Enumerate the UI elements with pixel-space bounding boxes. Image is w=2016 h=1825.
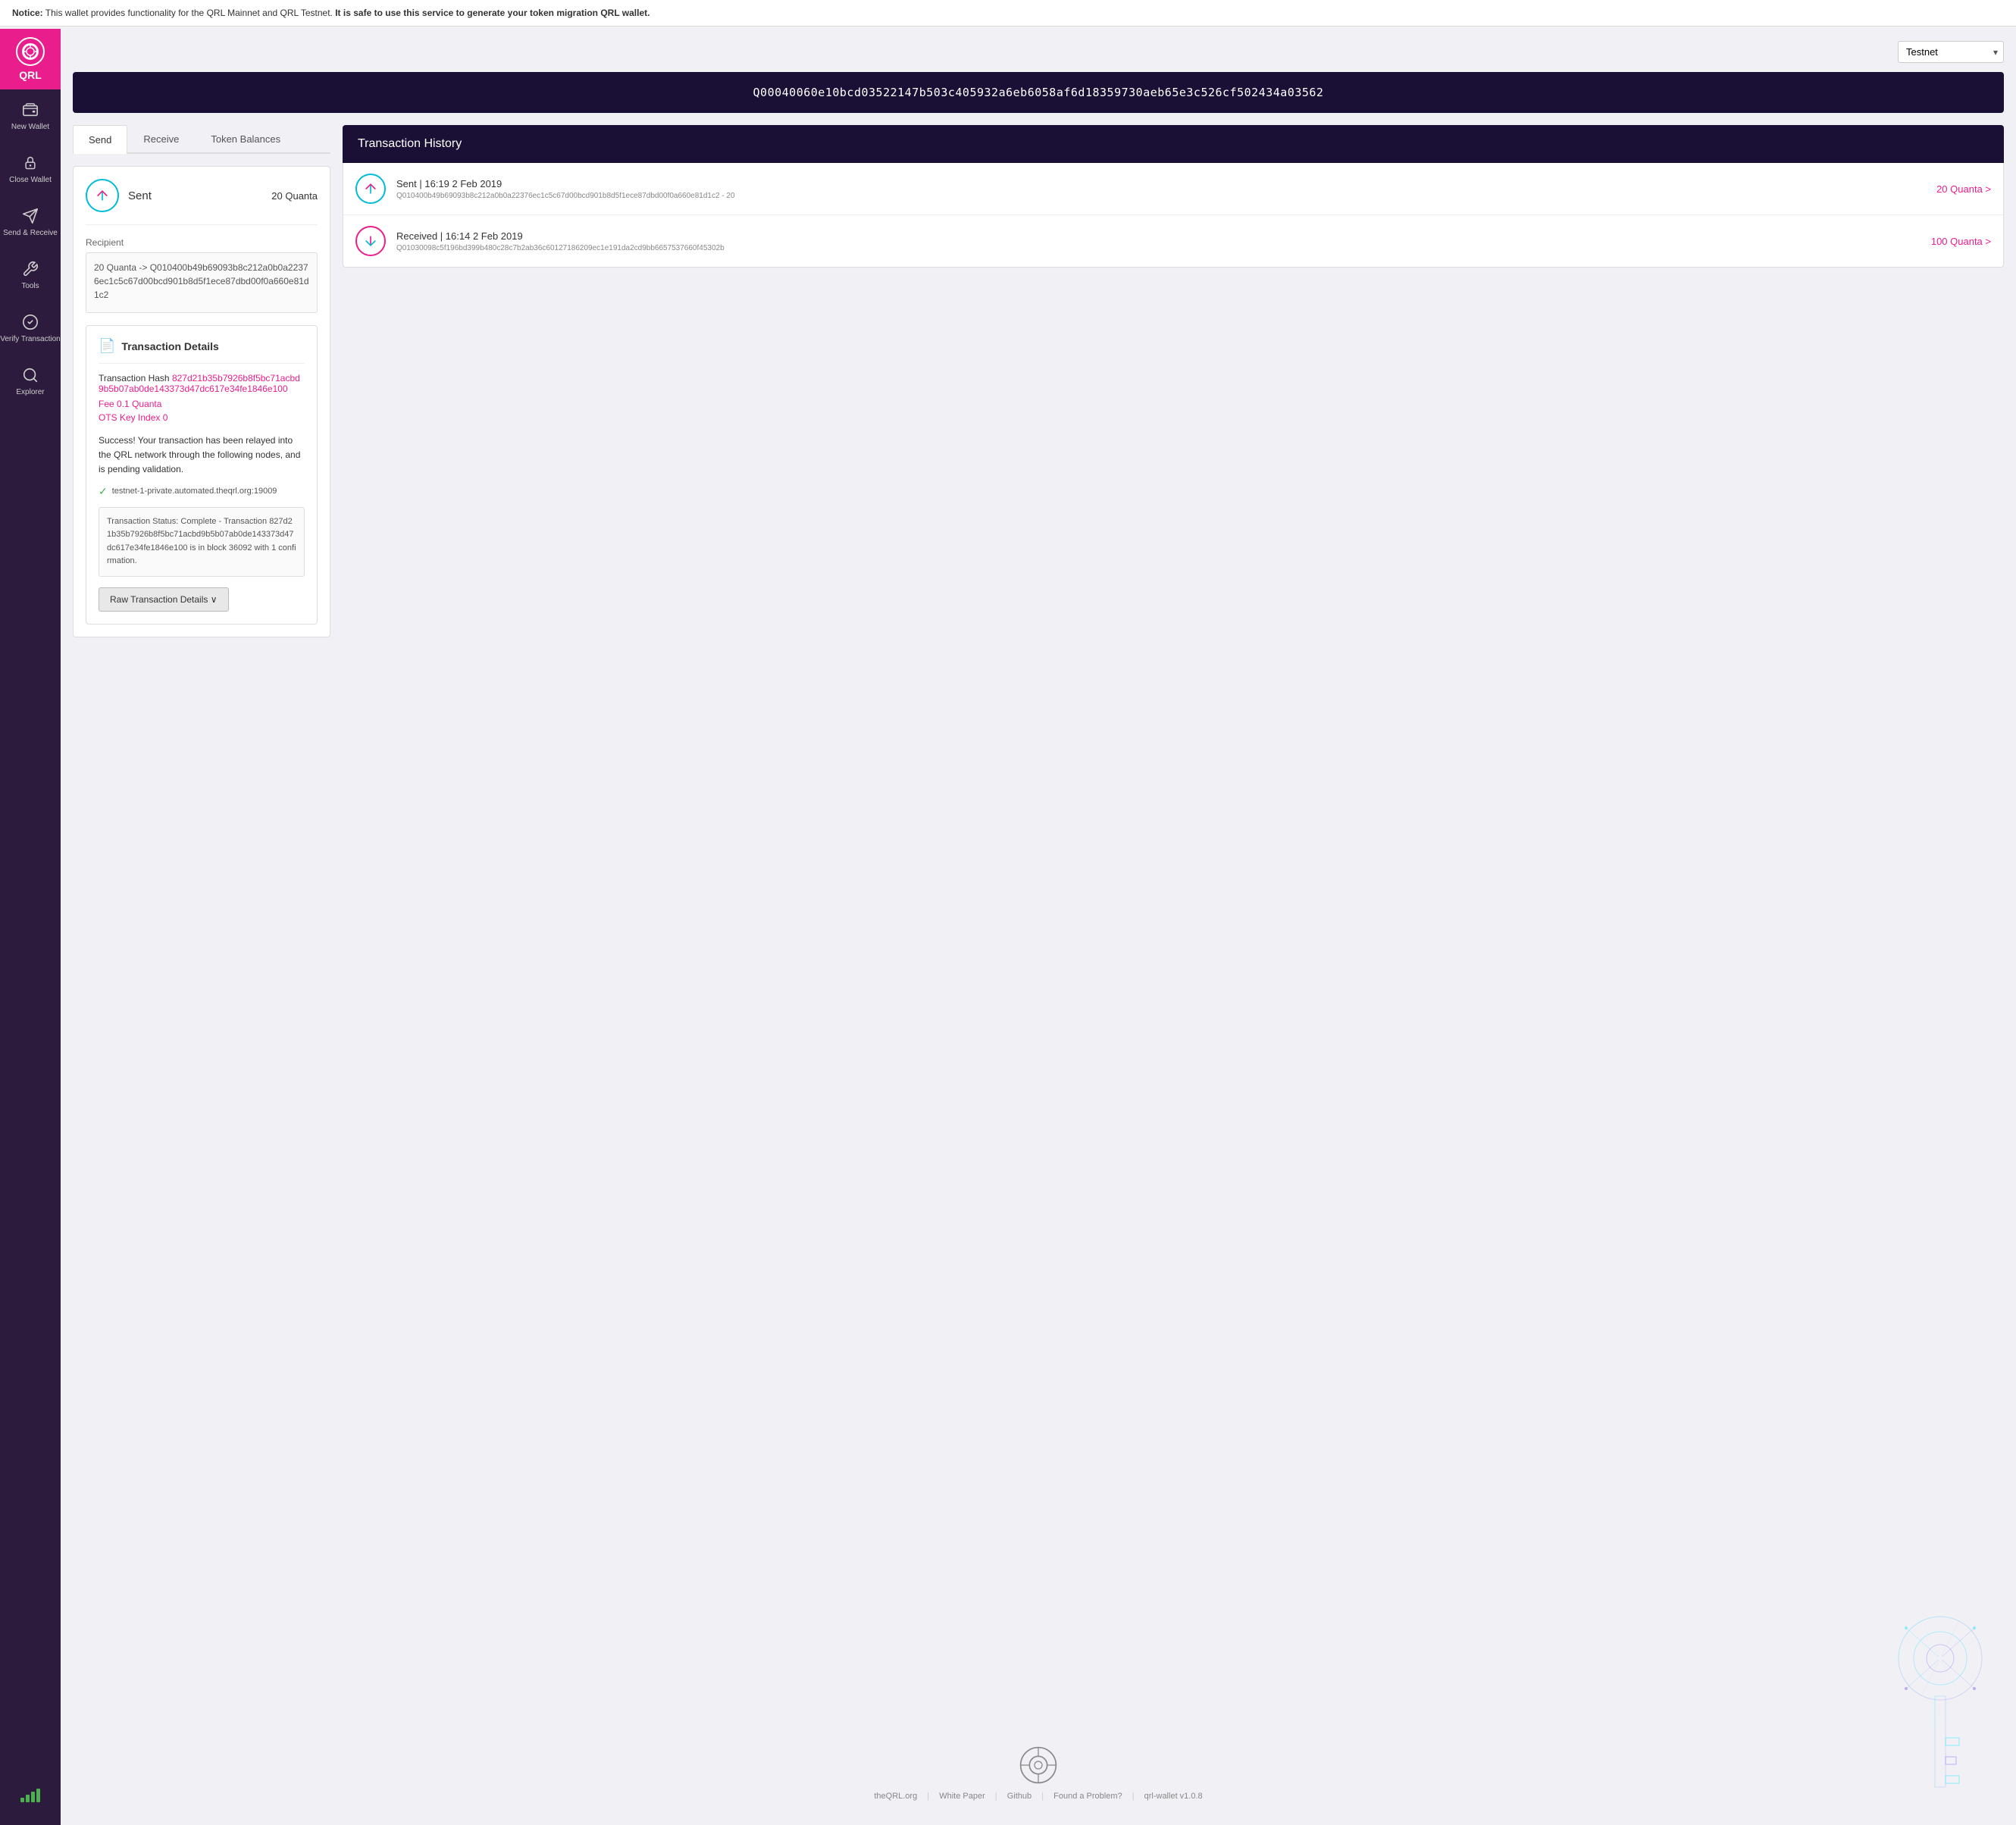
verify-transaction-label: Verify Transaction (0, 335, 60, 344)
sent-row: Sent 20 Quanta (86, 179, 318, 225)
tools-label: Tools (21, 282, 39, 291)
footer-links: theQRL.org | White Paper | Github | Foun… (73, 1792, 2004, 1801)
tx-sent-icon (355, 174, 386, 204)
send-receive-label: Send & Receive (3, 229, 58, 238)
check-icon: ✓ (99, 485, 108, 498)
tx-success-text: Success! Your transaction has been relay… (99, 434, 305, 477)
tx-ots-line: OTS Key Index 0 (99, 412, 305, 423)
tx-hash-label: Transaction Hash (99, 373, 170, 383)
close-wallet-label: Close Wallet (9, 176, 52, 185)
sidebar-logo-text: QRL (19, 69, 42, 81)
signal-bar-2 (26, 1795, 30, 1802)
lock-icon (20, 153, 40, 173)
footer-link-whitepaper[interactable]: White Paper (939, 1792, 985, 1801)
check-circle-icon (20, 312, 40, 332)
sent-arrow-icon (95, 188, 110, 203)
tx-details-title: Transaction Details (121, 340, 218, 352)
explorer-label: Explorer (16, 388, 44, 397)
sidebar-item-close-wallet[interactable]: Close Wallet (0, 142, 61, 196)
send-panel: Sent 20 Quanta Recipient 20 Quanta -> Q0… (73, 166, 330, 637)
sent-label: Sent (128, 189, 152, 202)
doc-icon: 📄 (99, 338, 115, 354)
wallet-icon (20, 100, 40, 120)
notice-bar: Notice: This wallet provides functionali… (0, 0, 2016, 27)
sidebar-item-explorer[interactable]: Explorer (0, 355, 61, 408)
transaction-details: 📄 Transaction Details Transaction Hash 8… (86, 325, 318, 625)
tx-history-header: Transaction History (343, 125, 2004, 163)
raw-tx-label: Raw Transaction Details ∨ (110, 594, 218, 605)
signal-bar-3 (31, 1792, 35, 1802)
footer-link-github[interactable]: Github (1007, 1792, 1031, 1801)
tx-ots-label: OTS Key Index (99, 412, 160, 423)
tx-received-title: Received | 16:14 2 Feb 2019 (396, 230, 1921, 242)
tab-token-balances[interactable]: Token Balances (195, 125, 296, 152)
tx-fee-value: 0.1 (117, 399, 130, 409)
sent-amount: 20 Quanta (271, 190, 318, 202)
right-panel: Transaction History Sent | 16:19 2 Feb 2… (343, 125, 2004, 1723)
sent-icon (86, 179, 119, 212)
tx-sent-hash: Q010400b49b69093b8c212a0b0a22376ec1c5c67… (396, 192, 1926, 200)
notice-prefix: Notice: (12, 8, 43, 18)
content-columns: Send Receive Token Balances (73, 125, 2004, 1723)
tx-details-header: 📄 Transaction Details (99, 338, 305, 364)
tx-ots-value: 0 (163, 412, 168, 423)
sidebar-item-send-receive[interactable]: Send & Receive (0, 196, 61, 249)
tx-sent-title: Sent | 16:19 2 Feb 2019 (396, 178, 1926, 189)
tx-node-row: ✓ testnet-1-private.automated.theqrl.org… (99, 485, 305, 498)
recipient-label: Recipient (86, 237, 318, 248)
tx-hash-line: Transaction Hash 827d21b35b7926b8f5bc71a… (99, 373, 305, 394)
footer-link-problem[interactable]: Found a Problem? (1053, 1792, 1122, 1801)
tab-send[interactable]: Send (73, 125, 127, 154)
tx-history-item-sent[interactable]: Sent | 16:19 2 Feb 2019 Q010400b49b69093… (343, 163, 2003, 215)
signal-bar-4 (36, 1789, 40, 1802)
tab-receive[interactable]: Receive (127, 125, 195, 152)
new-wallet-label: New Wallet (11, 123, 49, 132)
footer-logo-icon (1019, 1746, 1057, 1784)
network-row: Mainnet Testnet (73, 41, 2004, 63)
footer-link-version[interactable]: qrl-wallet v1.0.8 (1144, 1792, 1203, 1801)
footer-logo (73, 1746, 2004, 1784)
received-history-icon (363, 233, 378, 249)
notice-bold: It is safe to use this service to genera… (335, 8, 650, 18)
raw-transaction-button[interactable]: Raw Transaction Details ∨ (99, 587, 229, 612)
tools-icon (20, 259, 40, 279)
tx-received-hash: Q01030098c5f196bd399b480c28c7b2ab36c6012… (396, 244, 1921, 252)
wallet-address: Q00040060e10bcd03522147b503c405932a6eb60… (73, 72, 2004, 113)
left-panel: Send Receive Token Balances (73, 125, 330, 1723)
tx-fee-line: Fee 0.1 Quanta (99, 399, 305, 409)
tx-history-list: Sent | 16:19 2 Feb 2019 Q010400b49b69093… (343, 163, 2004, 268)
tx-received-info: Received | 16:14 2 Feb 2019 Q01030098c5f… (396, 230, 1921, 252)
tx-received-amount[interactable]: 100 Quanta > (1931, 236, 1991, 247)
tx-received-icon (355, 226, 386, 256)
signal-bar-1 (20, 1798, 24, 1802)
search-icon (20, 365, 40, 385)
notice-text: This wallet provides functionality for t… (45, 8, 335, 18)
main-content: Mainnet Testnet Q00040060e10bcd03522147b… (61, 29, 2016, 1825)
tx-node-url: testnet-1-private.automated.theqrl.org:1… (112, 487, 277, 496)
sent-history-icon (363, 181, 378, 196)
sidebar-item-tools[interactable]: Tools (0, 249, 61, 302)
sidebar-item-verify-transaction[interactable]: Verify Transaction (0, 302, 61, 355)
signal-bars (20, 1778, 40, 1813)
tx-sent-amount[interactable]: 20 Quanta > (1936, 183, 1991, 195)
footer-link-theqrl[interactable]: theQRL.org (874, 1792, 917, 1801)
network-select-wrapper[interactable]: Mainnet Testnet (1898, 41, 2004, 63)
tx-fee-label: Fee (99, 399, 114, 409)
qrl-logo-icon (16, 37, 45, 66)
footer: theQRL.org | White Paper | Github | Foun… (73, 1723, 2004, 1813)
network-select[interactable]: Mainnet Testnet (1898, 41, 2004, 63)
sidebar: QRL New Wallet (0, 29, 61, 1825)
send-icon (20, 206, 40, 226)
tx-history-item-received[interactable]: Received | 16:14 2 Feb 2019 Q01030098c5f… (343, 215, 2003, 267)
logo-svg (21, 42, 39, 61)
sidebar-item-new-wallet[interactable]: New Wallet (0, 89, 61, 142)
tabs: Send Receive Token Balances (73, 125, 330, 154)
tx-fee-unit: Quanta (132, 399, 161, 409)
signal-indicator (20, 1778, 40, 1825)
tx-status-box: Transaction Status: Complete - Transacti… (99, 507, 305, 577)
recipient-value: 20 Quanta -> Q010400b49b69093b8c212a0b0a… (86, 252, 318, 313)
tx-sent-info: Sent | 16:19 2 Feb 2019 Q010400b49b69093… (396, 178, 1926, 200)
sidebar-logo[interactable]: QRL (0, 29, 61, 89)
